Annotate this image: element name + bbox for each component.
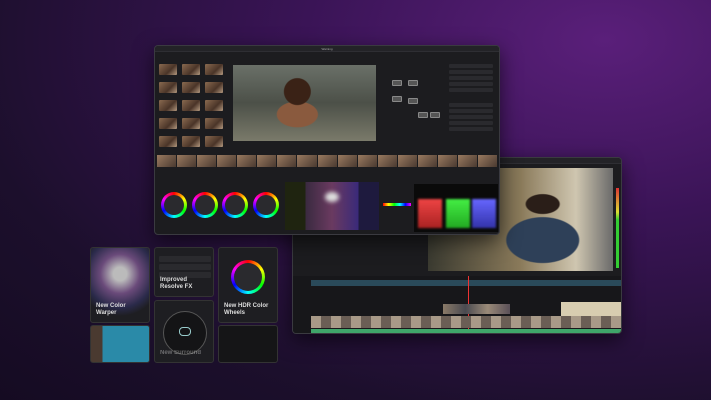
node[interactable] (430, 112, 440, 118)
color-viewer (233, 65, 376, 141)
primaries-panel (157, 180, 283, 234)
effect-item[interactable] (449, 109, 493, 113)
effect-item[interactable] (449, 103, 493, 107)
node[interactable] (392, 80, 402, 86)
effect-item[interactable] (449, 70, 493, 74)
node-graph (380, 58, 445, 148)
color-warper-card[interactable]: New Color Warper (90, 247, 150, 323)
color-warper-panel[interactable] (285, 182, 379, 230)
panner-puck[interactable] (179, 327, 191, 336)
color-bar-card (90, 325, 150, 363)
node[interactable] (392, 96, 402, 102)
title-bar: Warning (155, 46, 499, 52)
video-track-1 (311, 316, 621, 328)
title-clip[interactable] (561, 302, 621, 316)
effect-item[interactable] (449, 121, 493, 125)
window-title: Warning (321, 47, 333, 51)
scope-card (218, 325, 278, 363)
video-track-2 (443, 304, 510, 314)
clip-thumbnail[interactable] (205, 136, 223, 147)
clip-thumbnail[interactable] (159, 136, 177, 147)
card-title: New Color Warper (96, 303, 126, 316)
clip-thumbnail[interactable] (159, 100, 177, 111)
clip-thumbnail[interactable] (182, 136, 200, 147)
effect-item[interactable] (449, 82, 493, 86)
clip-thumbnail[interactable] (182, 82, 200, 93)
card-title: New HDR Color Wheels (224, 303, 269, 316)
resolve-fx-card[interactable]: Improved Resolve FX (154, 247, 214, 297)
node[interactable] (408, 98, 418, 104)
color-page-window: Warning (154, 45, 500, 235)
fx-item[interactable] (159, 264, 211, 270)
clip-strip[interactable] (157, 155, 498, 167)
offset-wheel[interactable] (253, 192, 279, 218)
audio-track (311, 329, 621, 333)
node[interactable] (408, 80, 418, 86)
clip-thumbnail[interactable] (182, 64, 200, 75)
clip-thumbnail[interactable] (205, 100, 223, 111)
effect-item[interactable] (449, 88, 493, 92)
hue-bar[interactable] (383, 203, 411, 206)
clip-thumbnail[interactable] (159, 82, 177, 93)
clip-thumbnail[interactable] (205, 64, 223, 75)
media-pool (157, 60, 227, 148)
hdr-color-wheel[interactable] (231, 260, 265, 294)
lift-wheel[interactable] (161, 192, 187, 218)
surround-card[interactable]: New Surround (154, 300, 214, 363)
parade-scope (414, 184, 498, 232)
clip-thumbnail[interactable] (182, 118, 200, 129)
effect-item[interactable] (449, 127, 493, 131)
card-title: New Surround (160, 350, 202, 356)
effect-item[interactable] (449, 115, 493, 119)
audio-meter (616, 188, 619, 268)
clip-thumbnail[interactable] (205, 118, 223, 129)
timeline (293, 276, 621, 333)
clip-thumbnail[interactable] (182, 100, 200, 111)
clip-thumbnail[interactable] (205, 82, 223, 93)
gain-wheel[interactable] (222, 192, 248, 218)
gamma-wheel[interactable] (192, 192, 218, 218)
effect-item[interactable] (449, 64, 493, 68)
warper-highlight (325, 192, 339, 202)
hdr-wheels-card[interactable]: New HDR Color Wheels (218, 247, 278, 323)
node[interactable] (418, 112, 428, 118)
effect-item[interactable] (449, 76, 493, 80)
clip-thumbnail[interactable] (159, 118, 177, 129)
effects-library (447, 58, 497, 148)
timeline-ruler (311, 280, 621, 286)
clip-thumbnail[interactable] (159, 64, 177, 75)
fx-item[interactable] (159, 256, 211, 262)
card-title: Improved Resolve FX (160, 277, 193, 290)
